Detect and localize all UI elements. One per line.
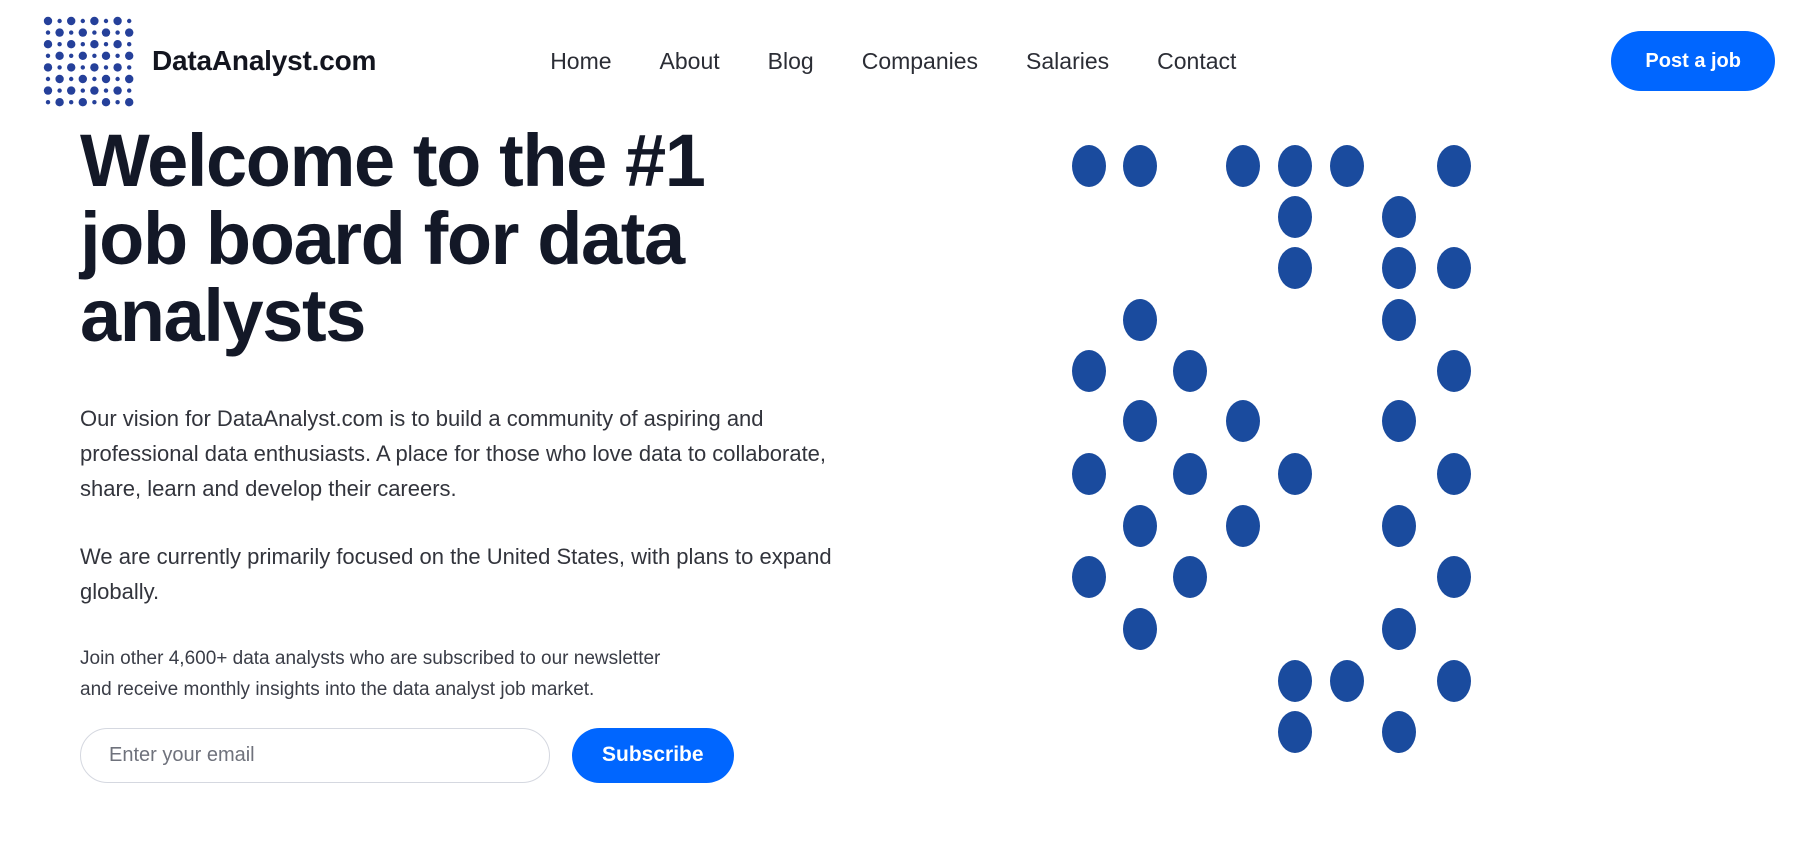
page-title: Welcome to the #1 job board for data ana… (80, 119, 706, 358)
nav-link-salaries[interactable]: Salaries (1002, 40, 1133, 83)
page-root: DataAnalyst.com Home About Blog Companie… (0, 0, 1815, 851)
site-header: DataAnalyst.com Home About Blog Companie… (0, 0, 1815, 122)
nav-link-about[interactable]: About (636, 40, 744, 83)
dot-pattern-graphic (920, 122, 1815, 851)
brand-name: DataAnalyst.com (152, 45, 377, 76)
brand-logo-link[interactable]: DataAnalyst.com (40, 13, 376, 109)
post-a-job-button[interactable]: Post a job (1611, 31, 1775, 91)
nav-link-contact[interactable]: Contact (1133, 40, 1260, 83)
nav-link-companies[interactable]: Companies (838, 40, 1002, 83)
hero-paragraph-1: Our vision for DataAnalyst.com is to bui… (80, 406, 827, 502)
nav-link-blog[interactable]: Blog (744, 40, 838, 83)
newsletter-form: Subscribe (80, 727, 870, 783)
dot-grid-logo-icon (40, 13, 138, 109)
nav-link-home[interactable]: Home (526, 40, 635, 83)
subscribe-button[interactable]: Subscribe (572, 727, 734, 783)
hero-paragraph-2: We are currently primarily focused on th… (80, 543, 832, 604)
email-input[interactable] (80, 727, 550, 783)
hero-section: Welcome to the #1 job board for data ana… (0, 122, 1815, 851)
newsletter-description: Join other 4,600+ data analysts who are … (80, 648, 661, 701)
hero-copy-column: Welcome to the #1 job board for data ana… (80, 122, 870, 783)
primary-nav: Home About Blog Companies Salaries Conta… (526, 40, 1260, 83)
